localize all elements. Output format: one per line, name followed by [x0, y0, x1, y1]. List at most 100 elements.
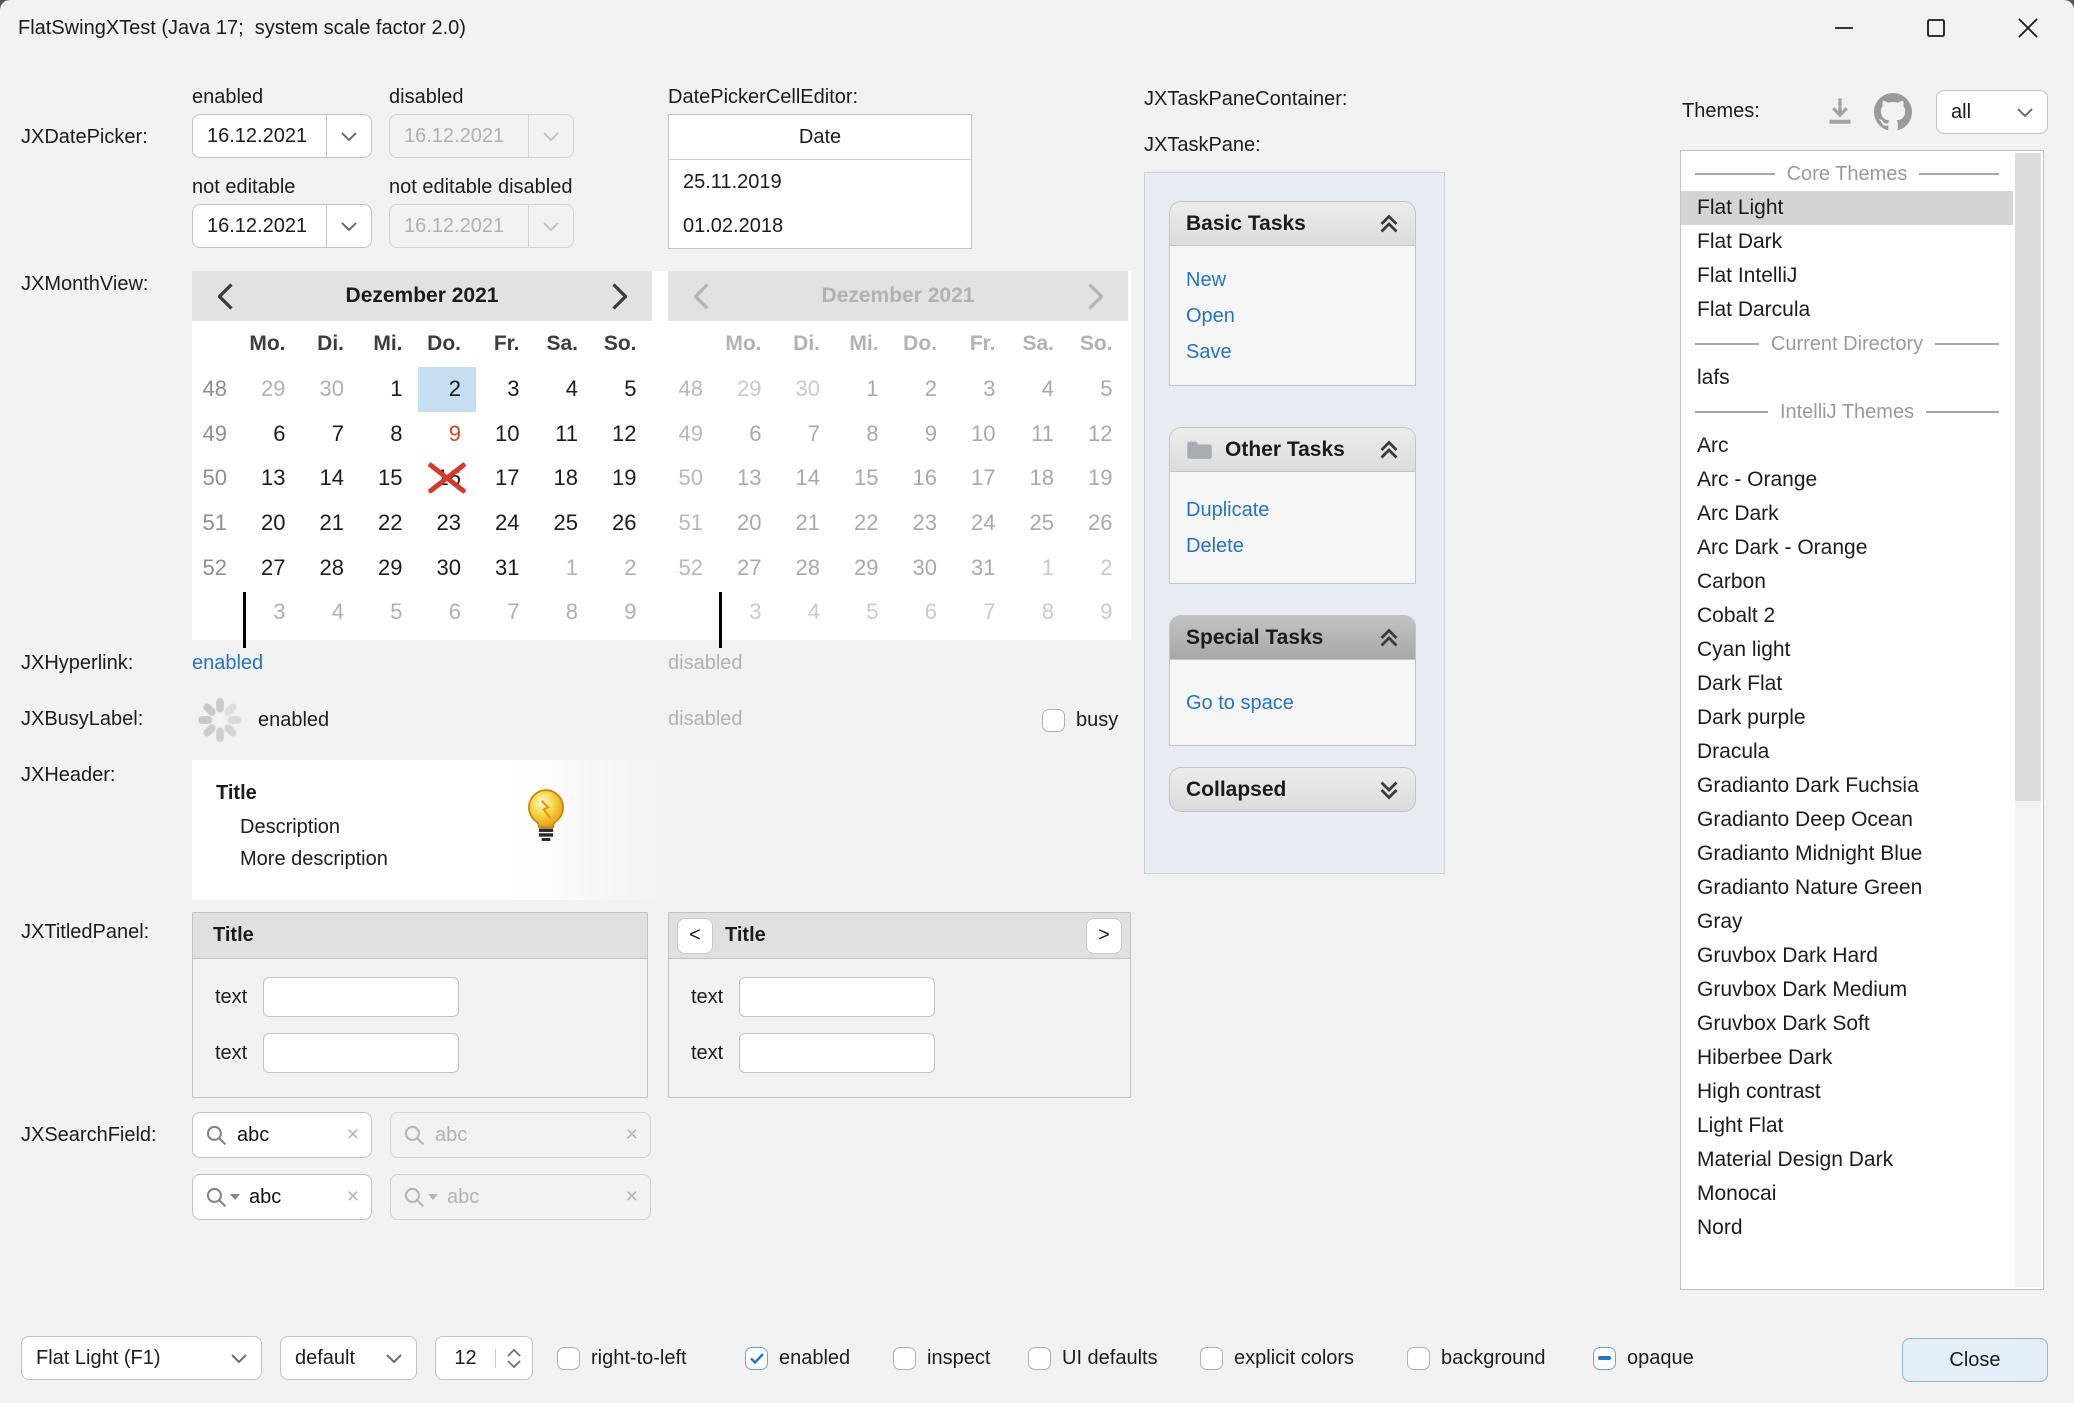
- font-size-spinner[interactable]: 12: [435, 1336, 533, 1380]
- day-cell[interactable]: 31: [476, 545, 535, 590]
- ui-defaults-checkbox[interactable]: [1028, 1347, 1051, 1370]
- clear-search-icon[interactable]: ×: [347, 1123, 359, 1147]
- themes-list[interactable]: Core ThemesFlat LightFlat DarkFlat Intel…: [1680, 150, 2044, 1290]
- day-cell[interactable]: 14: [301, 456, 360, 501]
- collapse-chevrons-icon[interactable]: [1379, 440, 1399, 460]
- text-input[interactable]: [739, 977, 935, 1017]
- theme-item-dark-flat[interactable]: Dark Flat: [1681, 667, 2013, 701]
- hyperlink-enabled[interactable]: enabled: [192, 652, 263, 675]
- theme-item-gradianto-deep-ocean[interactable]: Gradianto Deep Ocean: [1681, 803, 2013, 837]
- taskpane-action-duplicate[interactable]: Duplicate: [1186, 492, 1415, 528]
- checkbox-group-ui-defaults[interactable]: UI defaults: [1028, 1336, 1158, 1380]
- busy-checkbox[interactable]: [1042, 709, 1065, 732]
- github-icon[interactable]: [1874, 93, 1912, 131]
- search-field-enabled[interactable]: abc ×: [192, 1112, 372, 1158]
- taskpane-action-save[interactable]: Save: [1186, 334, 1415, 370]
- day-cell[interactable]: 3: [476, 367, 535, 412]
- day-cell[interactable]: 22: [359, 501, 418, 546]
- datepicker-enabled[interactable]: 16.12.2021: [192, 114, 372, 158]
- theme-item-gruvbox-dark-soft[interactable]: Gruvbox Dark Soft: [1681, 1007, 2013, 1041]
- theme-item-gruvbox-dark-hard[interactable]: Gruvbox Dark Hard: [1681, 939, 2013, 973]
- day-cell[interactable]: 6: [418, 590, 477, 635]
- day-cell[interactable]: 6: [242, 412, 301, 457]
- day-cell[interactable]: 18: [535, 456, 594, 501]
- day-cell[interactable]: 7: [301, 412, 360, 457]
- search-dropdown-icon[interactable]: [205, 1186, 240, 1209]
- theme-item-lafs[interactable]: lafs: [1681, 361, 2013, 395]
- download-icon[interactable]: [1822, 94, 1858, 130]
- day-cell[interactable]: 29: [242, 367, 301, 412]
- day-cell[interactable]: 10: [476, 412, 535, 457]
- right-to-left-checkbox[interactable]: [557, 1347, 580, 1370]
- theme-item-arc[interactable]: Arc: [1681, 429, 2013, 463]
- day-cell[interactable]: 1: [359, 367, 418, 412]
- spinner-buttons[interactable]: [495, 1349, 532, 1368]
- themes-filter-combo[interactable]: all: [1936, 90, 2048, 134]
- theme-item-arc-dark-orange[interactable]: Arc Dark - Orange: [1681, 531, 2013, 565]
- scrollbar-thumb[interactable]: [2015, 153, 2041, 801]
- checkbox-group-opaque[interactable]: opaque: [1593, 1336, 1694, 1380]
- text-input[interactable]: [263, 1033, 459, 1073]
- theme-item-cobalt-2[interactable]: Cobalt 2: [1681, 599, 2013, 633]
- day-cell[interactable]: 29: [359, 545, 418, 590]
- day-cell[interactable]: 20: [242, 501, 301, 546]
- titled-panel-next-button[interactable]: >: [1086, 918, 1122, 954]
- theme-item-gradianto-midnight-blue[interactable]: Gradianto Midnight Blue: [1681, 837, 2013, 871]
- day-cell[interactable]: 4: [535, 367, 594, 412]
- day-cell[interactable]: 16: [418, 456, 477, 501]
- day-cell[interactable]: 1: [535, 545, 594, 590]
- lnf-combo[interactable]: Flat Light (F1): [21, 1336, 262, 1380]
- theme-item-material-design-dark[interactable]: Material Design Dark: [1681, 1143, 2013, 1177]
- day-cell[interactable]: 9: [418, 412, 477, 457]
- day-cell[interactable]: 4: [301, 590, 360, 635]
- theme-item-hiberbee-dark[interactable]: Hiberbee Dark: [1681, 1041, 2013, 1075]
- next-month-button[interactable]: [606, 283, 632, 309]
- theme-item-nord[interactable]: Nord: [1681, 1211, 2013, 1245]
- theme-item-dark-purple[interactable]: Dark purple: [1681, 701, 2013, 735]
- theme-item-gradianto-nature-green[interactable]: Gradianto Nature Green: [1681, 871, 2013, 905]
- theme-item-gruvbox-dark-medium[interactable]: Gruvbox Dark Medium: [1681, 973, 2013, 1007]
- day-cell[interactable]: 25: [535, 501, 594, 546]
- search-icon[interactable]: [403, 1124, 426, 1147]
- opaque-checkbox[interactable]: [1593, 1347, 1616, 1370]
- theme-item-cyan-light[interactable]: Cyan light: [1681, 633, 2013, 667]
- day-cell[interactable]: 2: [593, 545, 652, 590]
- taskpane-action-new[interactable]: New: [1186, 262, 1415, 298]
- day-cell[interactable]: 13: [242, 456, 301, 501]
- busy-checkbox-group[interactable]: busy: [1042, 698, 1118, 742]
- theme-item-gray[interactable]: Gray: [1681, 905, 2013, 939]
- theme-item-monocai[interactable]: Monocai: [1681, 1177, 2013, 1211]
- maximize-button[interactable]: [1890, 0, 1982, 56]
- day-cell[interactable]: 5: [359, 590, 418, 635]
- theme-item-gradianto-dark-fuchsia[interactable]: Gradianto Dark Fuchsia: [1681, 769, 2013, 803]
- day-cell[interactable]: 24: [476, 501, 535, 546]
- taskpane-header[interactable]: Other Tasks: [1169, 427, 1416, 472]
- checkbox-group-explicit-colors[interactable]: explicit colors: [1200, 1336, 1354, 1380]
- day-cell[interactable]: 5: [593, 367, 652, 412]
- checkbox-group-enabled[interactable]: enabled: [745, 1336, 850, 1380]
- day-cell[interactable]: 26: [593, 501, 652, 546]
- day-cell[interactable]: 23: [418, 501, 477, 546]
- theme-item-flat-intellij[interactable]: Flat IntelliJ: [1681, 259, 2013, 293]
- collapse-chevrons-icon[interactable]: [1379, 628, 1399, 648]
- taskpane-action-go-to-space[interactable]: Go to space: [1186, 685, 1415, 721]
- search-input[interactable]: abc: [237, 1124, 338, 1147]
- day-cell[interactable]: 28: [301, 545, 360, 590]
- day-cell[interactable]: 27: [242, 545, 301, 590]
- day-cell[interactable]: 3: [242, 590, 301, 635]
- day-cell[interactable]: 19: [593, 456, 652, 501]
- checkbox-group-right-to-left[interactable]: right-to-left: [557, 1336, 687, 1380]
- theme-item-high-contrast[interactable]: High contrast: [1681, 1075, 2013, 1109]
- day-cell[interactable]: 30: [418, 545, 477, 590]
- checkbox-group-background[interactable]: background: [1407, 1336, 1546, 1380]
- day-cell[interactable]: 15: [359, 456, 418, 501]
- datepicker-not-editable[interactable]: 16.12.2021: [192, 204, 372, 248]
- theme-item-flat-light[interactable]: Flat Light: [1681, 191, 2013, 225]
- day-cell[interactable]: 8: [535, 590, 594, 635]
- font-size-value[interactable]: 12: [436, 1347, 495, 1370]
- theme-item-flat-dark[interactable]: Flat Dark: [1681, 225, 2013, 259]
- theme-item-arc-dark[interactable]: Arc Dark: [1681, 497, 2013, 531]
- theme-item-arc-orange[interactable]: Arc - Orange: [1681, 463, 2013, 497]
- inspect-checkbox[interactable]: [893, 1347, 916, 1370]
- theme-item-flat-darcula[interactable]: Flat Darcula: [1681, 293, 2013, 327]
